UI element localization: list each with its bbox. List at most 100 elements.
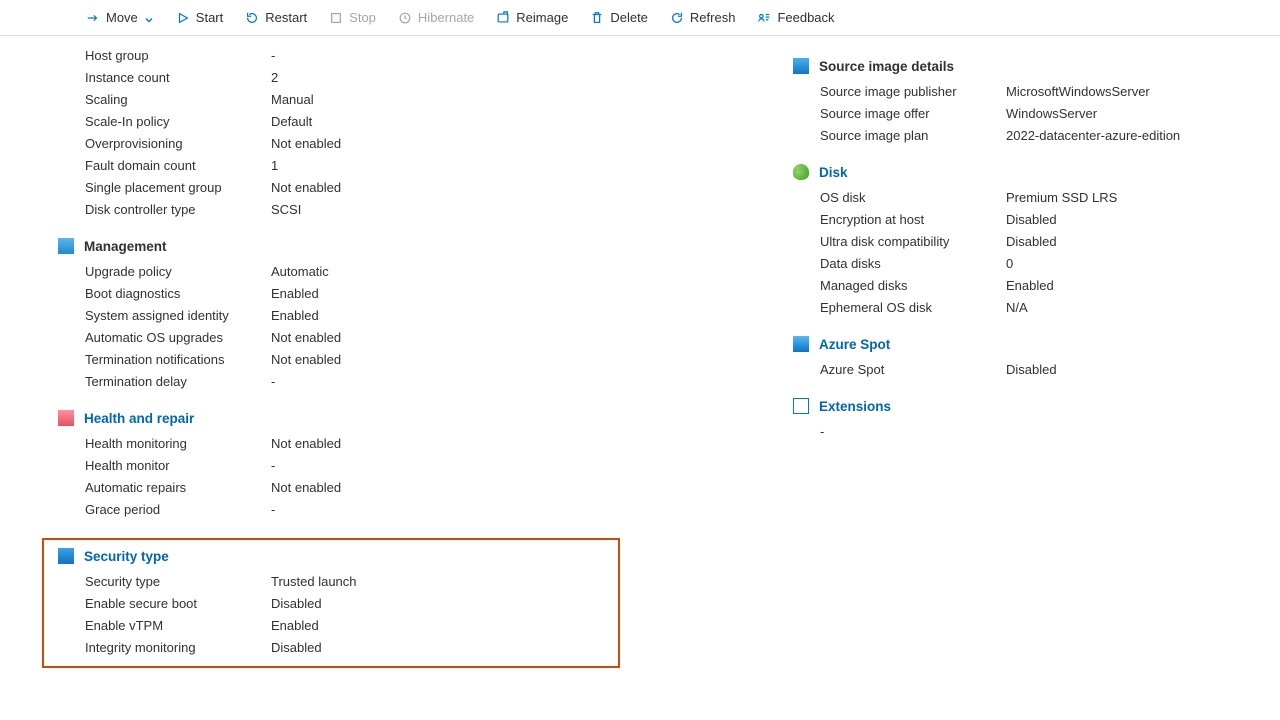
property-label: Scaling <box>85 92 271 107</box>
chevron-down-icon <box>144 13 154 23</box>
property-value: Automatic <box>271 264 329 279</box>
image-icon <box>793 58 809 74</box>
extensions-icon <box>793 398 809 414</box>
property-value: Not enabled <box>271 180 341 195</box>
refresh-label: Refresh <box>690 10 736 25</box>
property-value: Disabled <box>1006 234 1057 249</box>
health-title[interactable]: Health and repair <box>84 411 194 426</box>
disk-icon <box>793 164 809 180</box>
property-label: Automatic repairs <box>85 480 271 495</box>
property-label: OS disk <box>820 190 1006 205</box>
property-row: Termination notificationsNot enabled <box>85 348 620 370</box>
property-label: Upgrade policy <box>85 264 271 279</box>
top-group: Host group- Instance count2 ScalingManua… <box>85 44 620 220</box>
property-row: Integrity monitoringDisabled <box>85 636 610 658</box>
management-title: Management <box>84 239 167 254</box>
right-column: Source image details Source image publis… <box>620 44 1250 668</box>
restart-icon <box>245 11 259 25</box>
property-label: Single placement group <box>85 180 271 195</box>
property-label: Source image publisher <box>820 84 1006 99</box>
health-icon <box>58 410 74 426</box>
property-value: Disabled <box>1006 212 1057 227</box>
property-value: Premium SSD LRS <box>1006 190 1117 205</box>
property-row: Encryption at hostDisabled <box>820 208 1250 230</box>
property-label: Health monitor <box>85 458 271 473</box>
property-value: Enabled <box>271 618 319 633</box>
health-group: Health and repair Health monitoringNot e… <box>85 410 620 520</box>
property-row: Termination delay- <box>85 370 620 392</box>
property-label: Instance count <box>85 70 271 85</box>
restart-button[interactable]: Restart <box>235 6 317 29</box>
property-value: Disabled <box>271 596 322 611</box>
property-row: Data disks0 <box>820 252 1250 274</box>
hibernate-label: Hibernate <box>418 10 474 25</box>
property-label: Source image plan <box>820 128 1006 143</box>
extensions-title[interactable]: Extensions <box>819 399 891 414</box>
security-group: Security type Security typeTrusted launc… <box>85 548 610 658</box>
property-value: - <box>820 424 1006 439</box>
move-button[interactable]: Move <box>76 6 164 29</box>
property-value: 1 <box>271 158 278 173</box>
property-row: Grace period- <box>85 498 620 520</box>
refresh-button[interactable]: Refresh <box>660 6 746 29</box>
property-row: Enable vTPMEnabled <box>85 614 610 636</box>
stop-label: Stop <box>349 10 376 25</box>
security-title[interactable]: Security type <box>84 549 169 564</box>
feedback-icon <box>757 11 771 25</box>
start-label: Start <box>196 10 223 25</box>
delete-button[interactable]: Delete <box>580 6 658 29</box>
delete-label: Delete <box>610 10 648 25</box>
move-label: Move <box>106 10 138 25</box>
property-label: Integrity monitoring <box>85 640 271 655</box>
start-button[interactable]: Start <box>166 6 233 29</box>
property-row: ScalingManual <box>85 88 620 110</box>
restart-label: Restart <box>265 10 307 25</box>
property-row: Boot diagnosticsEnabled <box>85 282 620 304</box>
feedback-button[interactable]: Feedback <box>747 6 844 29</box>
property-row: Single placement groupNot enabled <box>85 176 620 198</box>
property-row: Source image plan2022-datacenter-azure-e… <box>820 124 1250 146</box>
refresh-icon <box>670 11 684 25</box>
stop-icon <box>329 11 343 25</box>
spot-icon <box>793 336 809 352</box>
property-label: Overprovisioning <box>85 136 271 151</box>
property-row: Scale-In policyDefault <box>85 110 620 132</box>
property-value: Disabled <box>1006 362 1057 377</box>
property-row: Health monitor- <box>85 454 620 476</box>
security-highlight: Security type Security typeTrusted launc… <box>42 538 620 668</box>
reimage-button[interactable]: Reimage <box>486 6 578 29</box>
property-row: Security typeTrusted launch <box>85 570 610 592</box>
property-row: Host group- <box>85 44 620 66</box>
property-row: Automatic OS upgradesNot enabled <box>85 326 620 348</box>
reimage-icon <box>496 11 510 25</box>
property-row: Ultra disk compatibilityDisabled <box>820 230 1250 252</box>
property-value: N/A <box>1006 300 1028 315</box>
reimage-label: Reimage <box>516 10 568 25</box>
management-icon <box>58 238 74 254</box>
property-value: Default <box>271 114 312 129</box>
property-value: 2022-datacenter-azure-edition <box>1006 128 1180 143</box>
hibernate-button: Hibernate <box>388 6 484 29</box>
property-value: Not enabled <box>271 330 341 345</box>
extensions-group: Extensions - <box>820 398 1250 442</box>
property-value: - <box>271 374 275 389</box>
property-label: Source image offer <box>820 106 1006 121</box>
property-row: Source image offerWindowsServer <box>820 102 1250 124</box>
property-value: Not enabled <box>271 352 341 367</box>
property-label: Automatic OS upgrades <box>85 330 271 345</box>
property-value: Not enabled <box>271 436 341 451</box>
property-label: System assigned identity <box>85 308 271 323</box>
move-icon <box>86 11 100 25</box>
disk-group: Disk OS diskPremium SSD LRS Encryption a… <box>820 164 1250 318</box>
disk-title[interactable]: Disk <box>819 165 848 180</box>
spot-title[interactable]: Azure Spot <box>819 337 890 352</box>
property-row: Automatic repairsNot enabled <box>85 476 620 498</box>
image-title: Source image details <box>819 59 954 74</box>
property-label: Data disks <box>820 256 1006 271</box>
property-label: Managed disks <box>820 278 1006 293</box>
property-row: Disk controller typeSCSI <box>85 198 620 220</box>
property-row: Azure SpotDisabled <box>820 358 1250 380</box>
property-value: Not enabled <box>271 136 341 151</box>
management-group: Management Upgrade policyAutomatic Boot … <box>85 238 620 392</box>
property-label: Grace period <box>85 502 271 517</box>
